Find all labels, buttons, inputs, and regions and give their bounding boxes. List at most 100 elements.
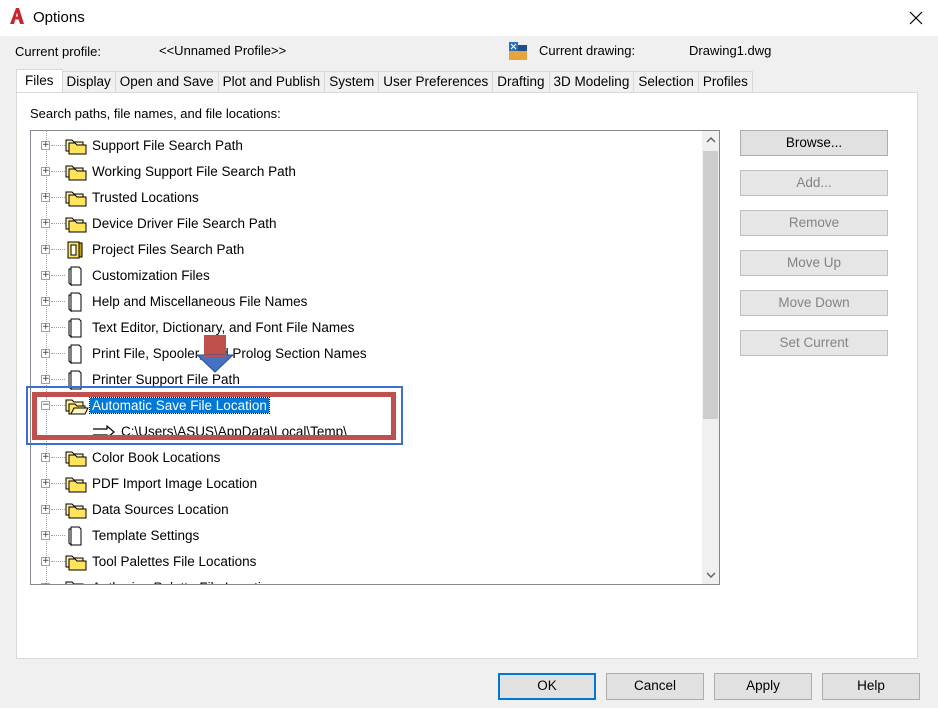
set-current-button[interactable]: Set Current <box>740 330 888 356</box>
tree-item[interactable]: + Authoring Palette File Locations <box>31 575 703 584</box>
expand-icon[interactable]: + <box>41 583 50 584</box>
add-button[interactable]: Add... <box>740 170 888 196</box>
tree-item-label: Customization Files <box>92 268 210 283</box>
tree-item-label: Tool Palettes File Locations <box>92 554 257 569</box>
close-button[interactable] <box>904 6 928 30</box>
tree-item-label: Text Editor, Dictionary, and Font File N… <box>92 320 355 335</box>
tree-item-label: PDF Import Image Location <box>92 476 258 491</box>
cancel-button[interactable]: Cancel <box>606 673 704 700</box>
expand-icon[interactable]: + <box>41 141 50 150</box>
expand-icon[interactable]: + <box>41 245 50 254</box>
tab-3d-modeling[interactable]: 3D Modeling <box>548 71 635 92</box>
expand-icon[interactable]: + <box>41 505 50 514</box>
tree-item[interactable]: + Template Settings <box>31 523 703 549</box>
tab-files[interactable]: Files <box>16 69 63 92</box>
expand-icon[interactable]: + <box>41 219 50 228</box>
expand-icon[interactable]: + <box>41 479 50 488</box>
tree-item-label: Template Settings <box>92 528 200 543</box>
title-bar: Options <box>0 0 938 36</box>
tree-item[interactable]: + PDF Import Image Location <box>31 471 703 497</box>
tree-item-label: Support File Search Path <box>92 138 243 153</box>
tab-selection[interactable]: Selection <box>633 71 699 92</box>
tree-item-label: Color Book Locations <box>92 450 221 465</box>
close-icon <box>909 11 923 25</box>
expand-icon[interactable]: + <box>41 349 50 358</box>
folder-stack-icon <box>65 448 89 468</box>
expand-icon[interactable]: + <box>41 297 50 306</box>
tree-item[interactable]: + Printer Support File Path <box>31 367 703 393</box>
tree-content: + Support File Search Path + Working Suppor… <box>31 131 703 584</box>
expand-icon[interactable]: + <box>41 375 50 384</box>
collapse-icon[interactable]: − <box>41 401 50 410</box>
tree-item[interactable]: + Project Files Search Path <box>31 237 703 263</box>
remove-button[interactable]: Remove <box>740 210 888 236</box>
document-icon <box>65 318 89 339</box>
expand-icon[interactable]: + <box>41 323 50 332</box>
expand-icon[interactable]: + <box>41 193 50 202</box>
tab-strip: Files Display Open and Save Plot and Pub… <box>16 69 753 92</box>
tree-connector <box>51 483 65 484</box>
tab-open-and-save[interactable]: Open and Save <box>114 71 219 92</box>
scroll-up-button[interactable] <box>702 131 719 148</box>
tree-item-label: Trusted Locations <box>92 190 199 205</box>
document-icon <box>65 292 89 313</box>
help-button[interactable]: Help <box>822 673 920 700</box>
tree-item[interactable]: + Trusted Locations <box>31 185 703 211</box>
file-locations-tree[interactable]: + Support File Search Path + Working Suppor… <box>30 130 720 585</box>
folder-stack-icon <box>65 162 89 182</box>
tree-item-label: Device Driver File Search Path <box>92 216 277 231</box>
tree-child-label: C:\Users\ASUS\AppData\Local\Temp\ <box>121 424 347 439</box>
expand-icon[interactable]: + <box>41 557 50 566</box>
document-icon <box>65 526 89 547</box>
scroll-thumb[interactable] <box>703 151 718 419</box>
folder-stack-icon <box>65 552 89 572</box>
folder-stack-icon <box>65 578 89 584</box>
expand-icon[interactable]: + <box>41 271 50 280</box>
tree-item[interactable]: + Working Support File Search Path <box>31 159 703 185</box>
tab-drafting[interactable]: Drafting <box>492 71 550 92</box>
tree-scrollbar[interactable] <box>702 131 719 584</box>
drawing-icon <box>509 42 527 60</box>
move-up-button[interactable]: Move Up <box>740 250 888 276</box>
tree-item[interactable]: + Help and Miscellaneous File Names <box>31 289 703 315</box>
tree-connector <box>51 561 65 562</box>
folder-stack-icon <box>65 136 89 156</box>
tree-item[interactable]: + Customization Files <box>31 263 703 289</box>
apply-button[interactable]: Apply <box>714 673 812 700</box>
current-drawing-label: Current drawing: <box>539 43 636 58</box>
expand-icon[interactable]: + <box>41 531 50 540</box>
tree-child-path[interactable]: C:\Users\ASUS\AppData\Local\Temp\ <box>31 419 703 445</box>
tree-connector <box>51 249 65 250</box>
tree-connector <box>51 327 65 328</box>
tree-item[interactable]: + Device Driver File Search Path <box>31 211 703 237</box>
expand-icon[interactable]: + <box>41 167 50 176</box>
tree-connector <box>51 275 65 276</box>
tree-item[interactable]: − Automatic Save File Location <box>31 393 703 419</box>
tree-item[interactable]: + Text Editor, Dictionary, and Font File … <box>31 315 703 341</box>
tab-display[interactable]: Display <box>61 71 116 92</box>
tree-item[interactable]: + Data Sources Location <box>31 497 703 523</box>
window-title: Options <box>33 9 85 26</box>
tree-item-label: Automatic Save File Location <box>89 397 270 414</box>
document-icon <box>65 266 89 287</box>
tree-item[interactable]: + Color Book Locations <box>31 445 703 471</box>
tree-item[interactable]: + Print File, Spooler, and Prolog Section… <box>31 341 703 367</box>
scroll-down-button[interactable] <box>702 567 719 584</box>
ok-button[interactable]: OK <box>498 673 596 700</box>
tab-profiles[interactable]: Profiles <box>697 71 753 92</box>
current-profile-value: <<Unnamed Profile>> <box>159 43 287 58</box>
tab-plot-and-publish[interactable]: Plot and Publish <box>217 71 326 92</box>
tree-connector <box>51 379 65 380</box>
tab-system[interactable]: System <box>324 71 380 92</box>
folder-stack-icon <box>65 500 89 520</box>
tab-user-preferences[interactable]: User Preferences <box>378 71 494 92</box>
expand-icon[interactable]: + <box>41 453 50 462</box>
files-panel: Search paths, file names, and file locat… <box>16 92 918 659</box>
path-arrow-icon <box>93 425 115 439</box>
folder-stack-icon <box>65 474 89 494</box>
move-down-button[interactable]: Move Down <box>740 290 888 316</box>
tree-item[interactable]: + Tool Palettes File Locations <box>31 549 703 575</box>
browse-button[interactable]: Browse... <box>740 130 888 156</box>
tree-item[interactable]: + Support File Search Path <box>31 133 703 159</box>
chevron-down-icon <box>706 572 715 578</box>
